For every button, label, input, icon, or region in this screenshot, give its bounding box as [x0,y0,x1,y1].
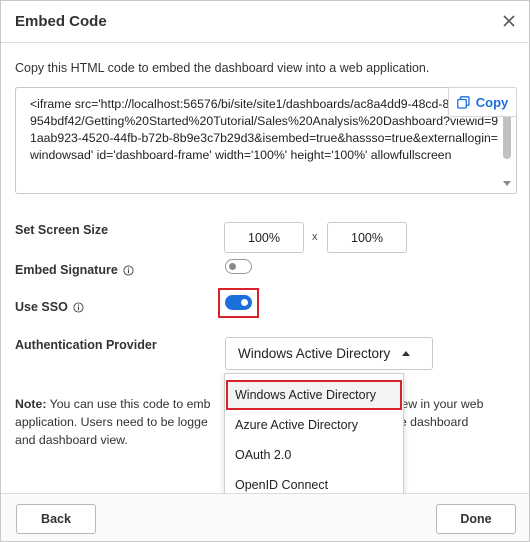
auth-provider-dropdown: Windows Active Directory Azure Active Di… [224,373,404,503]
copy-button[interactable]: Copy [448,87,517,117]
info-icon[interactable] [123,264,134,276]
copy-icon [456,95,470,109]
toggle-knob [229,263,236,270]
size-separator: x [312,231,318,243]
info-icon[interactable] [73,301,84,313]
dialog-title: Embed Code [15,13,107,30]
copy-button-label: Copy [475,94,509,110]
note-line-1-end: view in your web [392,397,484,411]
embed-signature-label: Embed Signature [15,263,134,277]
auth-provider-label-text: Authentication Provider [15,338,157,352]
note-line-1-start: You can use this code to emb [49,397,211,411]
caret-up-icon [402,351,410,356]
screen-size-label-text: Set Screen Size [15,223,109,237]
screen-size-label: Set Screen Size [15,223,108,237]
close-icon[interactable] [499,11,519,31]
scroll-thumb[interactable] [503,113,511,159]
screen-width-input[interactable]: 100% [224,222,304,253]
dropdown-option-windows-ad[interactable]: Windows Active Directory [235,388,376,402]
back-button[interactable]: Back [16,504,96,534]
dialog-header: Embed Code [1,1,529,43]
auth-provider-select[interactable]: Windows Active Directory [225,337,433,370]
note-prefix: Note: [15,397,47,411]
use-sso-label: Use SSO [15,300,84,314]
dropdown-option-oauth[interactable]: OAuth 2.0 [235,448,291,462]
embed-code-text: <iframe src='http://localhost:56576/bi/s… [30,97,502,162]
embed-signature-toggle[interactable] [225,259,252,274]
auth-provider-label: Authentication Provider [15,338,157,352]
screen-height-input[interactable]: 100% [327,222,407,253]
embed-signature-label-text: Embed Signature [15,263,118,277]
dialog-description: Copy this HTML code to embed the dashboa… [15,61,430,75]
toggle-knob [241,299,248,306]
dropdown-option-openid[interactable]: OpenID Connect [235,478,328,492]
done-button[interactable]: Done [436,504,516,534]
use-sso-toggle[interactable] [225,295,252,310]
use-sso-label-text: Use SSO [15,300,68,314]
note-line-2-start: application. Users need to be logge [15,415,208,429]
embed-code-textarea[interactable]: <iframe src='http://localhost:56576/bi/s… [15,87,517,194]
scroll-down-arrow[interactable] [503,181,511,186]
auth-provider-selected-value: Windows Active Directory [238,346,391,361]
embed-code-dialog: Embed Code Copy this HTML code to embed … [0,0,530,542]
dropdown-option-azure-ad[interactable]: Azure Active Directory [235,418,358,432]
